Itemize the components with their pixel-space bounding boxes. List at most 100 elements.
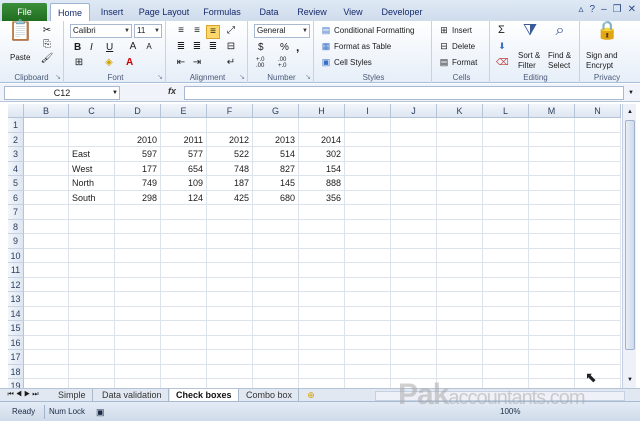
cell-e14[interactable] [161,306,207,321]
cell-d9[interactable] [115,234,161,249]
cell-e17[interactable] [161,350,207,365]
cell-m12[interactable] [529,277,575,292]
cell-h15[interactable] [299,321,345,336]
cell-h1[interactable] [299,118,345,133]
cell-l13[interactable] [483,292,529,307]
cell-g1[interactable] [253,118,299,133]
column-header-h[interactable]: H [299,104,345,118]
cell-i2[interactable] [345,132,391,147]
cell-m7[interactable] [529,205,575,220]
cell-m6[interactable] [529,190,575,205]
underline-button[interactable]: U [106,42,113,53]
cell-n11[interactable] [575,263,621,278]
insert-function-button[interactable]: fx [168,86,182,96]
row-header-4[interactable]: 4 [8,161,24,176]
cell-d13[interactable] [115,292,161,307]
tab-formulas[interactable]: Formulas [198,3,246,22]
cell-d12[interactable] [115,277,161,292]
cell-k9[interactable] [437,234,483,249]
paste-button[interactable]: Paste [10,53,30,62]
row-header-1[interactable]: 1 [8,118,24,133]
cell-d6[interactable]: 298 [115,190,161,205]
grow-font-icon[interactable]: A [126,41,140,53]
cell-b10[interactable] [24,248,69,263]
cell-k4[interactable] [437,161,483,176]
cell-e7[interactable] [161,205,207,220]
sort-filter-label-1[interactable]: Sort & [518,51,540,60]
cell-f11[interactable] [207,263,253,278]
cell-n14[interactable] [575,306,621,321]
sign-encrypt-label-2[interactable]: Encrypt [586,61,613,70]
cell-l17[interactable] [483,350,529,365]
cell-h16[interactable] [299,335,345,350]
cell-c9[interactable] [69,234,115,249]
cell-d7[interactable] [115,205,161,220]
cell-k7[interactable] [437,205,483,220]
cell-h8[interactable] [299,219,345,234]
name-box[interactable]: C12 [4,86,120,100]
cell-k11[interactable] [437,263,483,278]
cell-g9[interactable] [253,234,299,249]
scroll-up-icon[interactable]: ▲ [625,106,635,118]
cell-b3[interactable] [24,147,69,162]
cell-d15[interactable] [115,321,161,336]
cell-k5[interactable] [437,176,483,191]
cell-c3[interactable]: East [69,147,115,162]
cell-l15[interactable] [483,321,529,336]
column-header-d[interactable]: D [115,104,161,118]
cell-c4[interactable]: West [69,161,115,176]
cell-j6[interactable] [391,190,437,205]
cell-d11[interactable] [115,263,161,278]
cell-m18[interactable] [529,364,575,379]
spreadsheet-grid[interactable]: B C D E F G H I J K L M N 1 2 2010 2011 2012 2013 2014 3 East… [8,104,622,388]
cell-h6[interactable]: 356 [299,190,345,205]
row-header-10[interactable]: 10 [8,248,24,263]
cell-k2[interactable] [437,132,483,147]
tab-home[interactable]: Home [50,3,90,23]
cell-g7[interactable] [253,205,299,220]
cell-b13[interactable] [24,292,69,307]
row-header-16[interactable]: 16 [8,335,24,350]
cell-i8[interactable] [345,219,391,234]
percent-button[interactable]: % [280,42,289,53]
cell-j18[interactable] [391,364,437,379]
cell-m4[interactable] [529,161,575,176]
cell-j1[interactable] [391,118,437,133]
cell-i19[interactable] [345,379,391,388]
cell-h19[interactable] [299,379,345,388]
cell-j2[interactable] [391,132,437,147]
cell-j8[interactable] [391,219,437,234]
font-color-button[interactable]: A [126,57,133,68]
borders-icon[interactable]: ⊞ [72,57,86,69]
cell-n3[interactable] [575,147,621,162]
cell-g14[interactable] [253,306,299,321]
cell-f2[interactable]: 2012 [207,132,253,147]
number-format-box[interactable]: General ▼ [254,24,310,38]
cell-h3[interactable]: 302 [299,147,345,162]
cell-b16[interactable] [24,335,69,350]
cell-n4[interactable] [575,161,621,176]
restore-icon[interactable]: ❐ [613,4,622,15]
fill-color-icon[interactable]: ◈ [102,57,116,69]
row-header-17[interactable]: 17 [8,350,24,365]
cell-c1[interactable] [69,118,115,133]
font-launcher-icon[interactable]: ↘ [157,73,163,81]
cell-f6[interactable]: 425 [207,190,253,205]
cell-e3[interactable]: 577 [161,147,207,162]
cell-j5[interactable] [391,176,437,191]
cell-c15[interactable] [69,321,115,336]
cell-d18[interactable] [115,364,161,379]
cell-d10[interactable] [115,248,161,263]
italic-button[interactable]: I [90,42,93,53]
cell-n7[interactable] [575,205,621,220]
cell-i6[interactable] [345,190,391,205]
cell-l7[interactable] [483,205,529,220]
cell-c8[interactable] [69,219,115,234]
cell-c18[interactable] [69,364,115,379]
align-right-icon[interactable]: ≣ [206,41,220,53]
cell-h10[interactable] [299,248,345,263]
cell-g12[interactable] [253,277,299,292]
column-header-l[interactable]: L [483,104,529,118]
cell-l9[interactable] [483,234,529,249]
cell-e2[interactable]: 2011 [161,132,207,147]
